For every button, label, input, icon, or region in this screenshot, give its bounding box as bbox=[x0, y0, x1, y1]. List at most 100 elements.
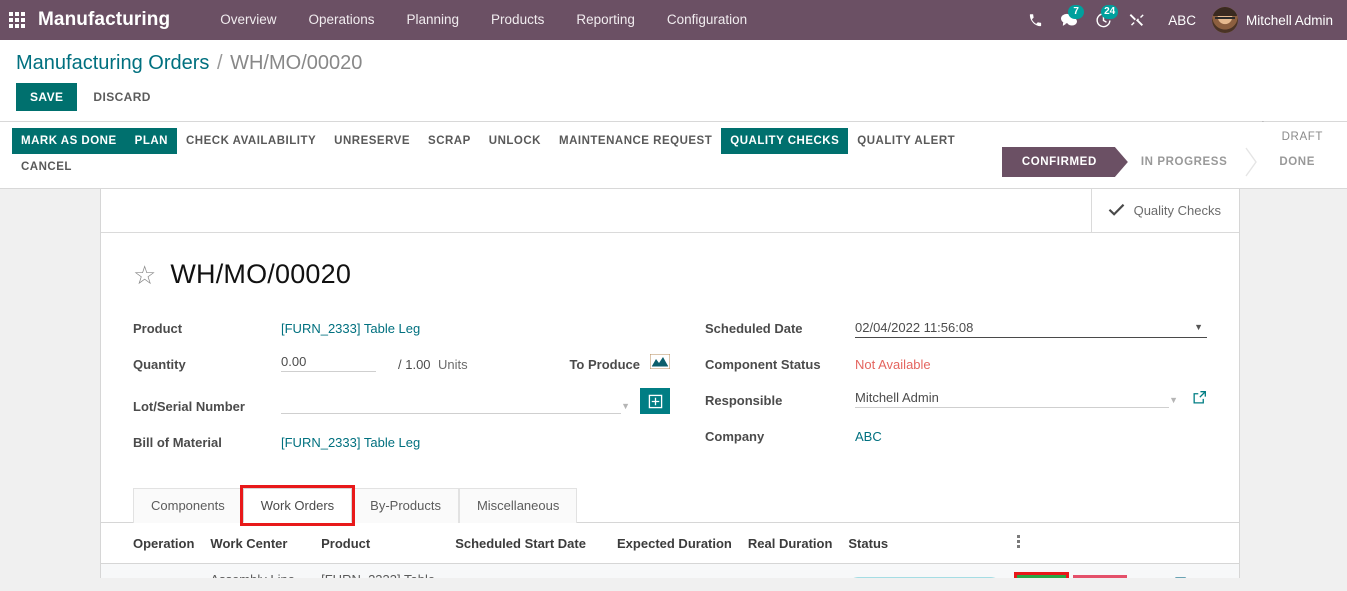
star-outline-icon[interactable]: ☆ bbox=[133, 262, 156, 288]
menu-item-operations[interactable]: Operations bbox=[292, 0, 390, 40]
date-chevron-down-icon[interactable]: ▼ bbox=[1194, 322, 1207, 335]
stage-confirmed[interactable]: CONFIRMED bbox=[1001, 147, 1115, 177]
column-status: Status bbox=[840, 523, 1010, 564]
scheduled-date-input[interactable]: 02/04/2022 11:56:08 bbox=[855, 320, 1194, 335]
trash-icon[interactable] bbox=[1216, 577, 1230, 578]
chevron-down-icon[interactable]: ▼ bbox=[621, 401, 634, 414]
plan-button[interactable]: PLAN bbox=[125, 128, 177, 154]
tab-miscellaneous[interactable]: Miscellaneous bbox=[458, 488, 578, 523]
smart-button-bar: Quality Checks bbox=[101, 189, 1239, 233]
cancel-button[interactable]: CANCEL bbox=[12, 154, 1048, 180]
user-menu[interactable]: Mitchell Admin bbox=[1208, 7, 1343, 33]
lot-serial-input[interactable] bbox=[281, 395, 622, 414]
field-responsible: Responsible Mitchell Admin ▼ bbox=[705, 388, 1207, 410]
column-expected-duration: Expected Duration bbox=[609, 523, 740, 564]
user-name: Mitchell Admin bbox=[1245, 12, 1333, 28]
stage-in-progress-label: IN PROGRESS bbox=[1140, 156, 1228, 168]
field-column-right: Scheduled Date 02/04/2022 11:56:08 ▼ Com… bbox=[670, 316, 1207, 466]
menu-item-configuration[interactable]: Configuration bbox=[651, 0, 763, 40]
check-availability-button[interactable]: CHECK AVAILABILITY bbox=[177, 128, 325, 154]
app-brand[interactable]: Manufacturing bbox=[34, 9, 176, 31]
cell-real-duration[interactable]: 00:00 bbox=[739, 563, 841, 578]
workflow-buttons: MARK AS DONE PLAN CHECK AVAILABILITY UNR… bbox=[0, 122, 1060, 188]
tablet-icon[interactable] bbox=[1174, 577, 1187, 578]
column-operation: Operation bbox=[101, 523, 203, 564]
field-bom-value[interactable]: [FURN_2333] Table Leg bbox=[281, 435, 670, 452]
work-orders-table: Operation Work Center Product Scheduled … bbox=[101, 523, 1239, 578]
status-stages: DRAFT CONFIRMED IN PROGRESS DONE bbox=[1001, 128, 1333, 177]
discard-button[interactable]: DISCARD bbox=[91, 83, 152, 111]
maintenance-request-button[interactable]: MAINTENANCE REQUEST bbox=[550, 128, 721, 154]
responsible-input[interactable]: Mitchell Admin bbox=[855, 390, 1170, 408]
developer-tools-icon[interactable] bbox=[1120, 0, 1154, 40]
quantity-input[interactable]: 0.00 bbox=[281, 354, 376, 372]
unlock-button[interactable]: UNLOCK bbox=[480, 128, 550, 154]
field-quantity: Quantity 0.00 / 1.00 Units To Produce bbox=[133, 352, 671, 374]
navbar-right: 7 24 ABC Mitchell Admin bbox=[1018, 0, 1347, 40]
field-company-label: Company bbox=[705, 429, 765, 444]
breadcrumb: Manufacturing Orders / WH/MO/00020 bbox=[16, 40, 1331, 75]
page-title: WH/MO/00020 bbox=[170, 259, 352, 289]
quality-checks-button[interactable]: QUALITY CHECKS bbox=[721, 128, 849, 154]
save-button[interactable]: SAVE bbox=[16, 83, 78, 111]
field-product-value[interactable]: [FURN_2333] Table Leg bbox=[281, 321, 670, 338]
table-row[interactable]: Cutting Assembly Line 2 [FURN_2333] Tabl… bbox=[101, 563, 1239, 578]
field-responsible-label: Responsible bbox=[705, 393, 783, 408]
start-button[interactable]: Start bbox=[1017, 575, 1066, 578]
block-button[interactable]: Block bbox=[1073, 575, 1128, 578]
menu-item-planning[interactable]: Planning bbox=[391, 0, 476, 40]
cell-product[interactable]: [FURN_2333] Table Leg bbox=[313, 563, 448, 578]
breadcrumb-root[interactable]: Manufacturing Orders bbox=[16, 52, 209, 74]
area-chart-icon[interactable] bbox=[649, 353, 671, 372]
mark-as-done-button[interactable]: MARK AS DONE bbox=[12, 128, 126, 154]
unreserve-button[interactable]: UNRESERVE bbox=[325, 128, 419, 154]
messages-icon[interactable]: 7 bbox=[1052, 0, 1086, 40]
field-product: Product [FURN_2333] Table Leg bbox=[133, 316, 670, 338]
cell-scheduled-start-date[interactable] bbox=[447, 563, 610, 578]
stage-done[interactable]: DONE bbox=[1259, 147, 1333, 177]
field-scheduled-date-label: Scheduled Date bbox=[705, 321, 803, 336]
tab-work-orders[interactable]: Work Orders bbox=[239, 485, 356, 526]
field-company-value[interactable]: ABC bbox=[855, 429, 1207, 446]
internal-link-icon[interactable] bbox=[1192, 390, 1207, 408]
quantity-uom: Units bbox=[438, 357, 468, 372]
menu-item-products[interactable]: Products bbox=[475, 0, 560, 40]
top-navbar: Manufacturing Overview Operations Planni… bbox=[0, 0, 1347, 40]
record-actions: SAVE DISCARD bbox=[16, 75, 1331, 121]
field-scheduled-date: Scheduled Date 02/04/2022 11:56:08 ▼ bbox=[705, 316, 1207, 338]
optional-columns-button[interactable] bbox=[1009, 523, 1239, 564]
field-group: Product [FURN_2333] Table Leg Quantity 0… bbox=[133, 316, 1207, 466]
cell-expected-duration[interactable]: 30:00 bbox=[609, 563, 740, 578]
stage-draft[interactable]: DRAFT bbox=[1002, 128, 1333, 147]
vertical-dots-icon bbox=[1017, 533, 1021, 550]
form-page: Quality Checks ☆ WH/MO/00020 Product [FU… bbox=[0, 189, 1347, 578]
tab-by-products[interactable]: By-Products bbox=[352, 488, 459, 523]
field-component-status: Component Status Not Available bbox=[705, 352, 1207, 374]
menu-item-reporting[interactable]: Reporting bbox=[560, 0, 651, 40]
field-quantity-label: Quantity bbox=[133, 357, 186, 372]
stage-in-progress[interactable]: IN PROGRESS bbox=[1115, 147, 1245, 177]
cell-operation[interactable]: Cutting bbox=[101, 563, 203, 578]
stage-chevron-icon bbox=[1245, 147, 1259, 177]
phone-icon[interactable] bbox=[1018, 0, 1052, 40]
column-real-duration: Real Duration bbox=[739, 523, 841, 564]
activities-clock-icon[interactable]: 24 bbox=[1086, 0, 1120, 40]
responsible-chevron-down-icon[interactable]: ▼ bbox=[1169, 395, 1182, 408]
add-box-icon[interactable] bbox=[640, 388, 670, 414]
apps-grid-icon[interactable] bbox=[0, 12, 34, 28]
control-panel: Manufacturing Orders / WH/MO/00020 SAVE … bbox=[0, 40, 1347, 134]
column-product: Product bbox=[313, 523, 448, 564]
cell-work-center[interactable]: Assembly Line 2 bbox=[202, 563, 314, 578]
company-switcher[interactable]: ABC bbox=[1154, 13, 1208, 28]
field-product-label: Product bbox=[133, 321, 183, 336]
cell-status: Waiting for components bbox=[840, 563, 1010, 578]
menu-item-overview[interactable]: Overview bbox=[204, 0, 292, 40]
field-lot-serial-label: Lot/Serial Number bbox=[133, 399, 245, 414]
quantity-total: / 1.00 bbox=[398, 357, 431, 372]
smart-button-label: Quality Checks bbox=[1133, 203, 1221, 218]
scrap-button[interactable]: SCRAP bbox=[419, 128, 480, 154]
main-menu: Overview Operations Planning Products Re… bbox=[204, 0, 763, 40]
quality-alert-button[interactable]: QUALITY ALERT bbox=[848, 128, 964, 154]
smart-button-quality-checks[interactable]: Quality Checks bbox=[1090, 189, 1239, 232]
tab-components[interactable]: Components bbox=[133, 488, 243, 523]
